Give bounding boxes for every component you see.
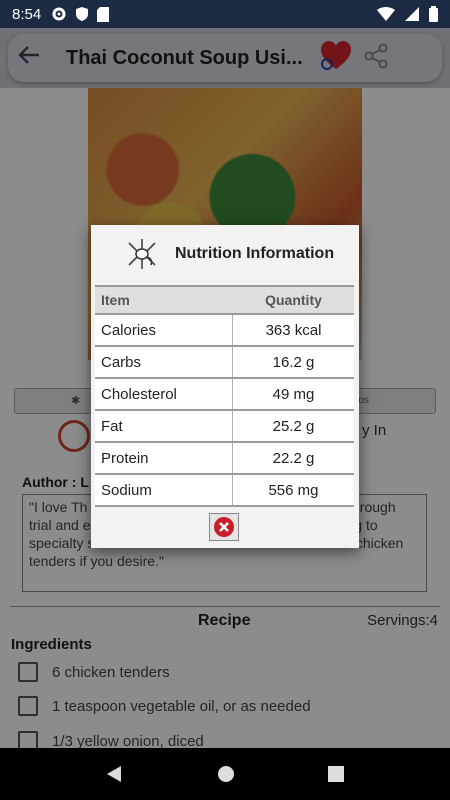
nutrition-table: Item Quantity Calories 363 kcal Carbs 16.2… <box>95 285 354 507</box>
wifi-icon <box>377 7 395 21</box>
nutrition-dialog: Nutrition Information Item Quantity Calo… <box>91 225 359 548</box>
table-row: Sodium 556 mg <box>95 475 354 507</box>
nutrient-name: Fat <box>95 411 233 441</box>
table-row: Cholesterol 49 mg <box>95 379 354 411</box>
signal-icon <box>405 7 419 21</box>
nutrient-quantity: 25.2 g <box>272 417 315 435</box>
shield-icon <box>76 7 89 21</box>
column-header-quantity: Quantity <box>265 292 322 308</box>
close-button[interactable] <box>209 513 239 541</box>
table-row: Calories 363 kcal <box>95 315 354 347</box>
battery-icon <box>429 6 438 22</box>
nutrient-name: Cholesterol <box>95 379 233 409</box>
back-triangle-icon[interactable] <box>106 765 124 783</box>
table-row: Fat 25.2 g <box>95 411 354 443</box>
gear-icon <box>52 7 66 21</box>
nutrient-name: Sodium <box>95 475 233 505</box>
status-time: 8:54 <box>12 5 42 23</box>
nutrient-quantity: 49 mg <box>272 385 315 403</box>
nutrient-name: Protein <box>95 443 233 473</box>
dialog-title: Nutrition Information <box>175 245 335 262</box>
nutrient-name: Carbs <box>95 347 233 377</box>
nutrient-quantity: 16.2 g <box>272 353 315 371</box>
sd-card-icon <box>97 6 110 22</box>
nutrient-quantity: 363 kcal <box>265 321 322 339</box>
chef-logo-icon <box>128 239 156 269</box>
column-header-item: Item <box>101 292 130 308</box>
dialog-header: Nutrition Information <box>91 225 359 283</box>
close-circle-icon <box>214 517 234 537</box>
nutrient-name: Calories <box>95 315 233 345</box>
nutrient-quantity: 22.2 g <box>272 449 315 467</box>
system-nav-bar <box>0 748 450 800</box>
recents-square-icon[interactable] <box>327 766 344 782</box>
status-bar: 8:54 <box>0 0 450 28</box>
table-row: Carbs 16.2 g <box>95 347 354 379</box>
table-row: Protein 22.2 g <box>95 443 354 475</box>
nutrient-quantity: 556 mg <box>268 481 319 499</box>
table-header-row: Item Quantity <box>95 285 354 315</box>
home-circle-icon[interactable] <box>217 765 235 783</box>
